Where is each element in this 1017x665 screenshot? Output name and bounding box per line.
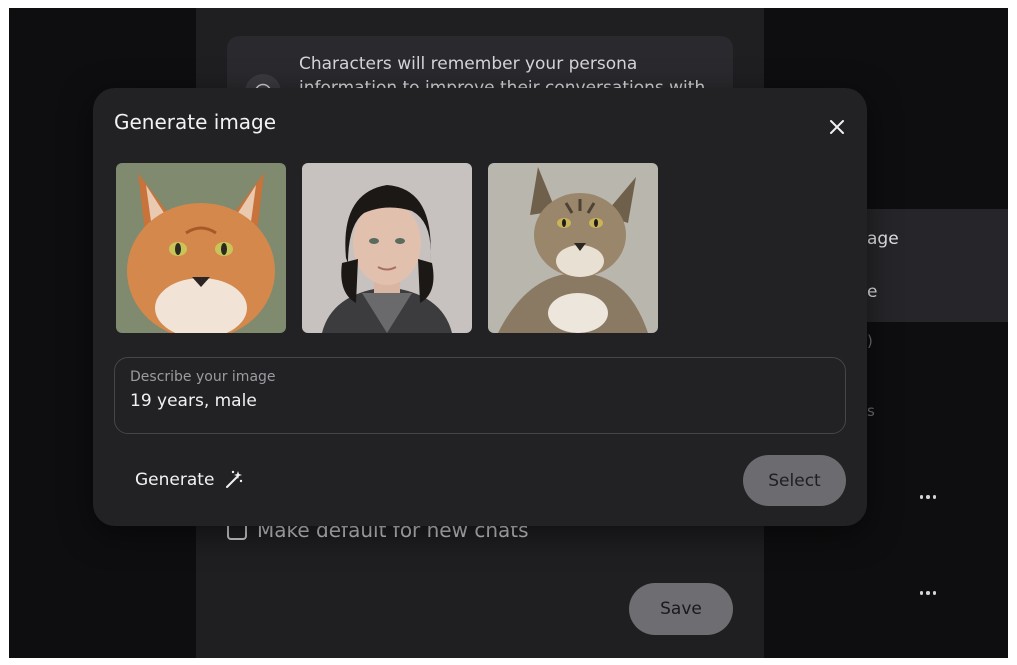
side-menu — [849, 209, 1008, 322]
describe-image-field[interactable]: Describe your image — [114, 357, 846, 434]
side-fragment-text: s — [867, 402, 875, 420]
generate-button[interactable]: Generate — [123, 462, 256, 498]
more-icon[interactable] — [917, 588, 939, 598]
close-icon — [830, 120, 844, 134]
tabby-cat-image — [488, 163, 658, 333]
generate-image-dialog: Generate image Describe your image 19 ye… — [93, 88, 867, 526]
side-menu-item-second[interactable]: e — [867, 282, 877, 302]
more-icon[interactable] — [917, 492, 939, 502]
close-button[interactable] — [822, 112, 852, 142]
generated-image-option-2[interactable] — [302, 163, 472, 333]
screen: Characters will remember your persona in… — [9, 8, 1008, 658]
describe-image-label: Describe your image — [130, 369, 276, 385]
describe-image-input[interactable] — [130, 391, 820, 411]
generated-image-option-3[interactable] — [488, 163, 658, 333]
dialog-title: Generate image — [114, 110, 277, 134]
side-fragment-text: ) — [867, 332, 873, 350]
young-man-portrait-image — [302, 163, 472, 333]
orange-cat-image — [116, 163, 286, 333]
magic-wand-icon — [226, 470, 243, 488]
side-menu-item-image[interactable]: age — [867, 229, 899, 249]
select-button[interactable]: Select — [743, 455, 846, 506]
generated-image-option-1[interactable] — [116, 163, 286, 333]
save-button[interactable]: Save — [629, 583, 733, 635]
generate-label: Generate — [135, 470, 215, 490]
